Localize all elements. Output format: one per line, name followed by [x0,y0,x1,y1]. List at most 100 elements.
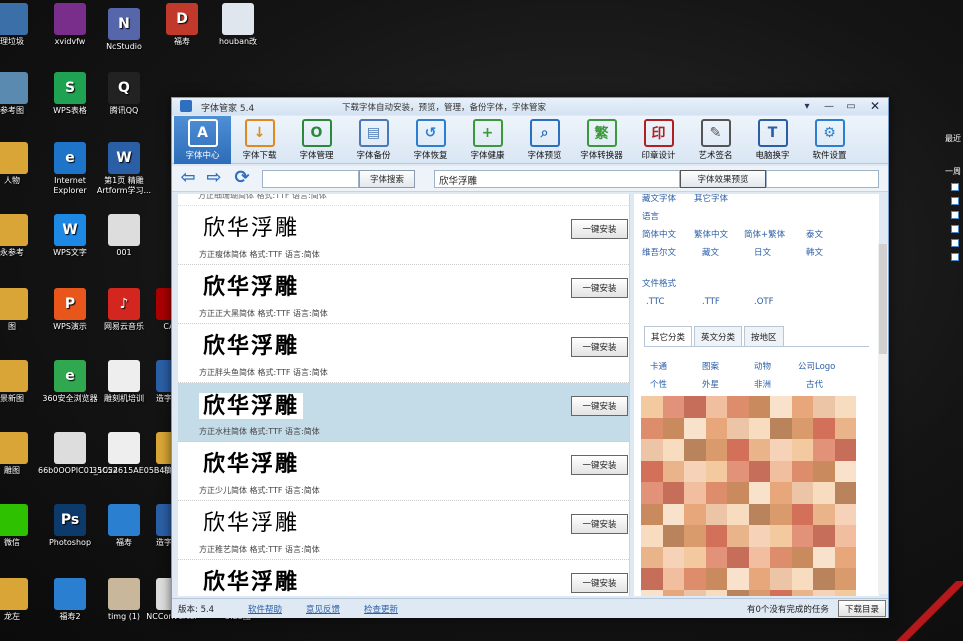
one-click-install-button[interactable]: 一键安装 [571,219,628,239]
language-link[interactable]: 维吾尔文 [642,246,676,258]
back-arrow-icon[interactable]: ⇦ [178,169,198,189]
one-click-install-button[interactable]: 一键安装 [571,455,628,475]
toolbar-label: 艺术签名 [698,151,733,161]
desktop-icon-label: 腾讯QQ [109,106,139,115]
font-manager-window: 字体管家 5.4 下载字体自动安装，预览，管理，备份字体，字体管家 ▾ — ▭ … [171,97,889,618]
download-directory-button[interactable]: 下载目录 [838,600,886,617]
refresh-icon[interactable]: ⟳ [232,169,252,189]
side-panel-item[interactable] [951,183,959,191]
folder-image-icon [0,72,28,104]
toolbar-label: 字体下载 [242,151,277,161]
format-link[interactable]: .TTC [646,297,664,307]
app-name: 字体管家 5.4 [201,104,255,114]
category-link[interactable]: 非洲 [754,378,771,390]
forward-arrow-icon[interactable]: ⇨ [204,169,224,189]
font-row[interactable]: 欣华浮雕 一键安装 [178,560,629,596]
side-panel-item[interactable] [951,253,959,261]
desktop-icon[interactable]: 001 [92,214,156,258]
wechat-icon [0,504,28,536]
language-link[interactable]: 藏文 [702,246,719,258]
category-link[interactable]: 图案 [702,360,719,372]
one-click-install-button[interactable]: 一键安装 [571,337,628,357]
font-sample: 欣华浮雕 [203,216,300,241]
side-panel-item[interactable] [951,197,959,205]
usb-drive-icon [54,432,86,464]
side-panel-item[interactable] [951,211,959,219]
category-link[interactable]: 外星 [702,378,719,390]
format-link[interactable]: .OTF [754,297,773,307]
ncstudio-icon: N [108,8,140,40]
minimize-button[interactable]: — [818,98,840,114]
toolbar-button-3[interactable]: O 字体管理 [288,116,345,164]
toolbar-button-5[interactable]: ↺ 字体恢复 [402,116,459,164]
category-link[interactable]: 古代 [806,378,823,390]
side-panel-item[interactable] [951,239,959,247]
font-sample: 欣华浮雕 [203,452,300,477]
toolbar-button-8[interactable]: 繁字体转换器 [573,116,630,164]
feedback-link[interactable]: 意见反馈 [306,603,340,615]
menu-dropdown-button[interactable]: ▾ [796,98,818,114]
one-click-install-button[interactable]: 一键安装 [571,573,628,593]
help-link[interactable]: 软件帮助 [248,603,282,615]
font-row[interactable]: 欣华浮雕 方正稚艺简体 格式:TTF 语言:简体 一键安装 [178,501,629,560]
maximize-button[interactable]: ▭ [840,98,862,114]
toolbar-button-1[interactable]: A 字体中心 [174,116,231,164]
desktop-icon[interactable]: houban改 [206,3,270,47]
toolbar-button-4[interactable]: ▤ 字体备份 [345,116,402,164]
language-link[interactable]: 简体+繁体 [744,228,785,240]
filter-link[interactable]: 其它字体 [694,194,728,204]
filter-link[interactable]: 藏文字体 [642,194,676,204]
language-link[interactable]: 日文 [754,246,771,258]
font-row[interactable]: 欣华浮雕 方正水柱简体 格式:TTF 语言:简体 一键安装 [178,383,629,442]
category-link[interactable]: 个性 [650,378,667,390]
desktop-icon[interactable]: N NcStudio [92,8,156,52]
category-link[interactable]: 卡通 [650,360,667,372]
language-link[interactable]: 韩文 [806,246,823,258]
language-link[interactable]: 泰文 [806,228,823,240]
check-update-link[interactable]: 检查更新 [364,603,398,615]
close-button[interactable]: ✕ [862,98,888,114]
toolbar-button-11[interactable]: T 电脑换字 [744,116,801,164]
one-click-install-button[interactable]: 一键安装 [571,396,628,416]
desktop-icon[interactable]: W 第1页 精雕Artform学习... [92,142,156,196]
category-tab[interactable]: 其它分类 [644,326,693,346]
side-panel-item[interactable] [951,225,959,233]
font-sample: 欣华浮雕 [203,334,300,359]
language-link[interactable]: 简体中文 [642,228,676,240]
font-preview-button[interactable]: 字体效果预览 [680,170,766,188]
desktop-icon[interactable]: D 福寿 [150,3,214,47]
recycle-bin-icon [0,3,28,35]
font-search-button[interactable]: 字体搜索 [359,170,415,188]
font-row[interactable]: 欣华浮雕 方正正大黑简体 格式:TTF 语言:简体 一键安装 [178,265,629,324]
language-link[interactable]: 繁体中文 [694,228,728,240]
format-link[interactable]: .TTF [702,297,720,307]
font-row[interactable]: 欣华浮雕 方正胖头鱼简体 格式:TTF 语言:简体 一键安装 [178,324,629,383]
category-link[interactable]: 公司Logo [798,360,835,372]
internet-explorer-icon: e [54,142,86,174]
desktop-icon[interactable]: Q 腾讯QQ [92,72,156,116]
toolbar-button-10[interactable]: ✎ 艺术签名 [687,116,744,164]
category-tab[interactable]: 按地区 [744,326,784,346]
tab-divider [644,346,869,347]
toolbar-label: 字体恢复 [413,151,448,161]
toolbar-button-12[interactable]: ⚙ 软件设置 [801,116,858,164]
category-link[interactable]: 动物 [754,360,771,372]
one-click-install-button[interactable]: 一键安装 [571,278,628,298]
wps-writer-icon: W [54,214,86,246]
scrollbar-thumb[interactable] [879,244,887,354]
vertical-scrollbar[interactable] [878,244,888,594]
font-restore-icon: ↺ [415,119,446,147]
toolbar-button-7[interactable]: ⌕ 字体预览 [516,116,573,164]
font-row[interactable]: 欣华浮雕 方正少儿简体 格式:TTF 语言:简体 一键安装 [178,442,629,501]
toolbar-button-9[interactable]: 印印章设计 [630,116,687,164]
title-bar[interactable]: 字体管家 5.4 下载字体自动安装，预览，管理，备份字体，字体管家 ▾ — ▭ … [172,98,888,115]
toolbar-button-6[interactable]: + 字体健康 [459,116,516,164]
one-click-install-button[interactable]: 一键安装 [571,514,628,534]
font-search-input[interactable] [262,170,359,188]
font-row[interactable]: 欣华浮雕 方正瘦体简体 格式:TTF 语言:简体 一键安装 [178,206,629,265]
toolbar-button-2[interactable]: ↓ 字体下载 [231,116,288,164]
category-tab[interactable]: 英文分类 [694,326,743,346]
toolbar-label: 字体预览 [527,151,562,161]
toolbar-label: 字体管理 [299,151,334,161]
preview-text-input[interactable]: 欣华浮雕 [434,170,680,188]
